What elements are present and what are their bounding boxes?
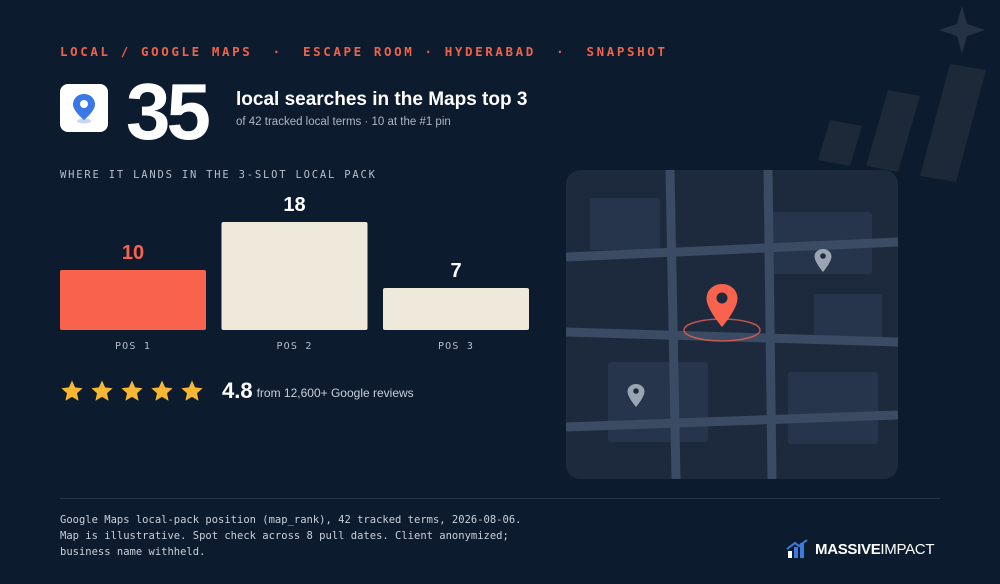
local-pack-bar-chart: 10 POS 1 18 POS 2 7 POS 3 bbox=[60, 194, 529, 352]
star-icon bbox=[151, 380, 173, 401]
brand-name-light: IMPACT bbox=[880, 540, 935, 558]
maps-app-icon bbox=[60, 84, 108, 132]
brand-logo: MASSIVEIMPACT bbox=[786, 538, 934, 560]
brand-name: MASSIVEIMPACT bbox=[815, 541, 934, 558]
illustrative-map bbox=[566, 170, 898, 479]
hero-headline: local searches in the Maps top 3 bbox=[236, 89, 528, 110]
hero-subhead: of 42 tracked local terms · 10 at the #1… bbox=[236, 116, 451, 128]
star-icon bbox=[61, 380, 83, 401]
brand-name-bold: MASSIVE bbox=[815, 540, 881, 558]
footer-divider bbox=[60, 498, 940, 499]
bar-category-label: POS 3 bbox=[438, 341, 474, 352]
star-icon bbox=[121, 380, 143, 401]
rating-value: 4.8 bbox=[222, 378, 253, 403]
bar-chart-logo-icon bbox=[786, 539, 808, 558]
star-rating bbox=[60, 379, 210, 403]
rating-caption: from 12,600+ Google reviews bbox=[256, 385, 414, 400]
bar-category-label: POS 1 bbox=[115, 341, 151, 352]
bar-value-label: 7 bbox=[450, 260, 461, 282]
bar-pos-2 bbox=[221, 222, 368, 330]
rating-row: 4.8 from 12,600+ Google reviews bbox=[60, 377, 414, 405]
star-icon bbox=[181, 380, 203, 401]
footnote-line: business name withheld. bbox=[60, 546, 206, 558]
bar-pos-1 bbox=[60, 270, 206, 330]
star-icon bbox=[91, 380, 113, 401]
footnote: Google Maps local-pack position (map_ran… bbox=[60, 512, 580, 560]
location-pin-icon bbox=[73, 94, 95, 124]
decorative-bars-graphic bbox=[818, 6, 986, 182]
hero-number: 35 bbox=[126, 67, 211, 156]
footnote-line: Map is illustrative. Spot check across 8… bbox=[60, 530, 509, 542]
chart-caption: WHERE IT LANDS IN THE 3-SLOT LOCAL PACK bbox=[60, 169, 377, 181]
section-kicker: LOCAL / GOOGLE MAPS · ESCAPE ROOM · HYDE… bbox=[60, 44, 668, 59]
bar-value-label: 18 bbox=[283, 194, 305, 216]
footnote-line: Google Maps local-pack position (map_ran… bbox=[60, 514, 522, 526]
bar-category-label: POS 2 bbox=[276, 341, 312, 352]
sparkle-icon bbox=[939, 6, 985, 54]
bar-pos-3 bbox=[383, 288, 529, 330]
bar-value-label: 10 bbox=[122, 242, 144, 264]
